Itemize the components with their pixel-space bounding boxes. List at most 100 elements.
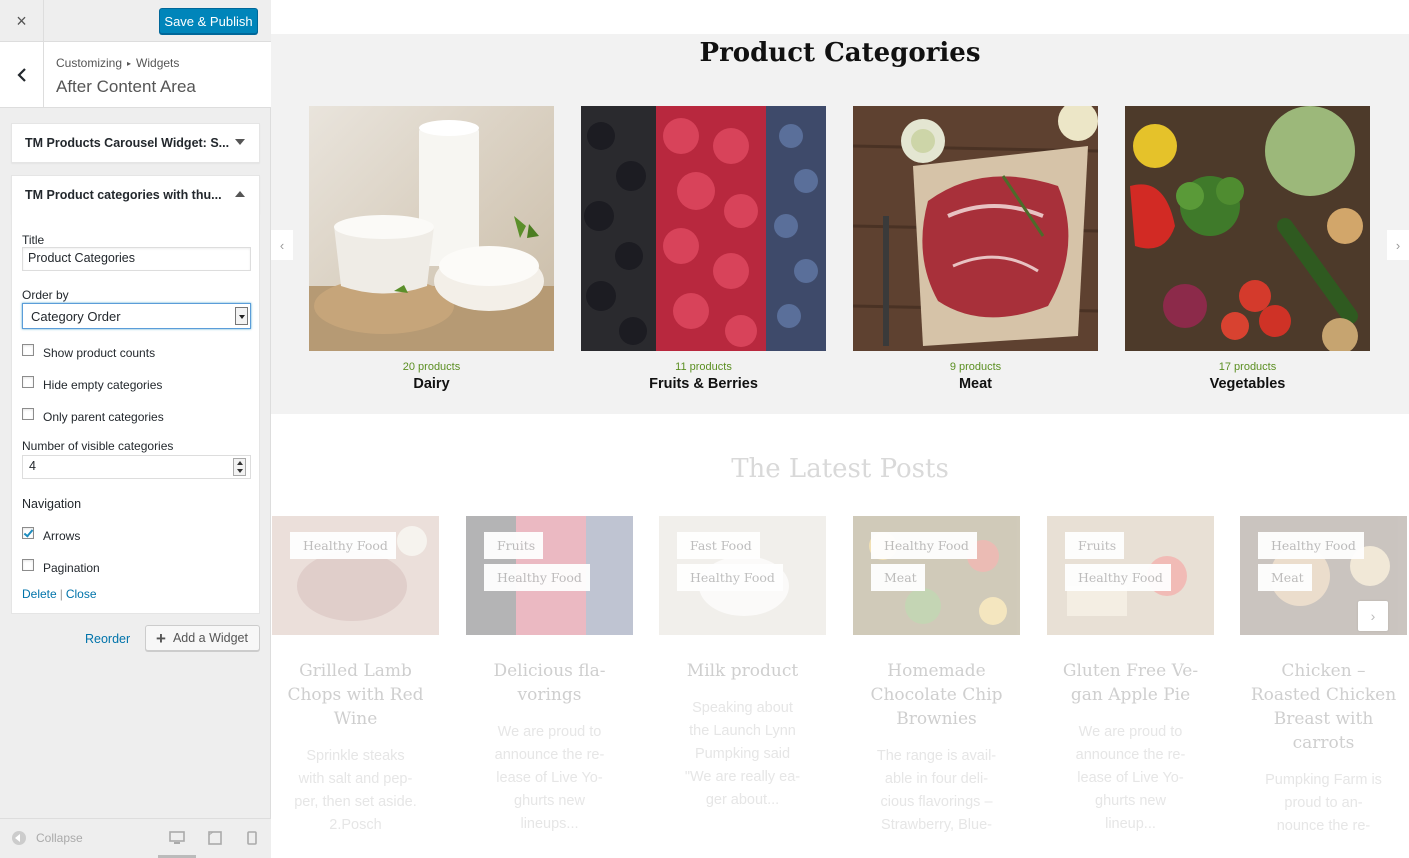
post-card[interactable]: Healthy Food Meat Chicken – Roasted Chick… bbox=[1240, 516, 1407, 838]
post-title[interactable]: Chicken – Roasted Chicken Breast with ca… bbox=[1240, 659, 1407, 755]
mobile-icon[interactable] bbox=[247, 831, 257, 845]
latest-posts-heading: The Latest Posts bbox=[731, 454, 949, 484]
add-widget-label: Add a Widget bbox=[172, 631, 248, 645]
dropdown-arrow-icon[interactable] bbox=[235, 307, 248, 325]
checkbox-label: Pagination bbox=[43, 561, 100, 575]
chevron-right-icon: › bbox=[1370, 608, 1376, 624]
widget-products-carousel[interactable]: TM Products Carousel Widget: S... bbox=[11, 123, 260, 163]
pagination-checkbox-row[interactable]: Pagination bbox=[22, 559, 100, 575]
post-excerpt: We are proud to announce the re-lease of… bbox=[494, 724, 605, 832]
category-count: 17 products bbox=[1218, 361, 1277, 373]
pagination-checkbox[interactable] bbox=[22, 559, 34, 571]
site-preview: Product Categories ‹ › 20 products Dairy… bbox=[271, 0, 1409, 858]
post-tag[interactable]: Healthy Food bbox=[1065, 564, 1171, 591]
hide-empty-checkbox[interactable] bbox=[22, 376, 34, 388]
category-card[interactable]: 17 products Vegetables bbox=[1125, 106, 1370, 392]
carousel-next-arrow[interactable]: › bbox=[1387, 230, 1409, 260]
category-name[interactable]: Dairy bbox=[309, 376, 554, 392]
category-name[interactable]: Fruits & Berries bbox=[581, 376, 826, 392]
show-counts-checkbox-row[interactable]: Show product counts bbox=[22, 344, 155, 360]
add-widget-button[interactable]: + Add a Widget bbox=[145, 625, 260, 651]
category-card[interactable]: 9 products Meat bbox=[853, 106, 1098, 392]
post-tag[interactable]: Fast Food bbox=[677, 532, 760, 559]
customizer-footer: Collapse bbox=[0, 818, 271, 858]
post-title[interactable]: Grilled Lamb Chops with Red Wine bbox=[272, 659, 439, 731]
customizer-header: × Save & Publish bbox=[0, 0, 271, 42]
post-tag[interactable]: Healthy Food bbox=[1258, 532, 1364, 559]
title-input[interactable]: Product Categories bbox=[22, 247, 251, 271]
post-tag[interactable]: Healthy Food bbox=[871, 532, 977, 559]
post-card[interactable]: Healthy Food Meat Homemade Chocolate Chip… bbox=[853, 516, 1020, 837]
category-name[interactable]: Vegetables bbox=[1125, 376, 1370, 392]
visible-categories-label: Number of visible categories bbox=[22, 439, 174, 453]
post-title[interactable]: Milk product bbox=[659, 659, 826, 683]
order-by-select[interactable]: Category Order bbox=[22, 303, 251, 329]
post-title[interactable]: Homemade Chocolate Chip Brownies bbox=[853, 659, 1020, 731]
visible-categories-input[interactable]: 4 bbox=[22, 455, 251, 479]
close-link[interactable]: Close bbox=[66, 587, 97, 601]
post-excerpt: Sprinkle steaks with salt and pep-per, t… bbox=[294, 748, 417, 833]
vegetables-image[interactable] bbox=[1125, 106, 1370, 351]
post-excerpt: Pumpking Farm is proud to an-nounce the … bbox=[1265, 772, 1382, 834]
category-count: 11 products bbox=[675, 361, 732, 373]
save-publish-button[interactable]: Save & Publish bbox=[159, 8, 258, 34]
posts-next-arrow[interactable]: › bbox=[1358, 601, 1388, 631]
post-title[interactable]: Gluten Free Ve-gan Apple Pie bbox=[1047, 659, 1214, 707]
title-label: Title bbox=[22, 233, 45, 247]
post-tag[interactable]: Fruits bbox=[1065, 532, 1125, 559]
link-separator: | bbox=[59, 587, 63, 601]
hide-empty-checkbox-row[interactable]: Hide empty categories bbox=[22, 376, 162, 392]
widget-form: Title Product Categories Order by Catego… bbox=[11, 213, 260, 614]
category-card[interactable]: 11 products Fruits & Berries bbox=[581, 106, 826, 392]
arrows-checkbox-row[interactable]: Arrows bbox=[22, 527, 80, 543]
post-tag[interactable]: Healthy Food bbox=[290, 532, 396, 559]
chevron-left-icon bbox=[16, 67, 26, 82]
desktop-icon[interactable] bbox=[169, 831, 185, 845]
berries-image[interactable] bbox=[581, 106, 826, 351]
caret-down-icon[interactable] bbox=[235, 139, 245, 145]
product-categories-section: Product Categories ‹ › 20 products Dairy… bbox=[271, 34, 1409, 414]
category-name[interactable]: Meat bbox=[853, 376, 1098, 392]
widget-title: TM Products Carousel Widget: S... bbox=[25, 136, 230, 150]
order-by-value: Category Order bbox=[31, 309, 121, 324]
post-card[interactable]: Fruits Healthy Food Gluten Free Ve-gan Ap… bbox=[1047, 516, 1214, 836]
tablet-icon[interactable] bbox=[208, 831, 222, 845]
collapse-button[interactable]: Collapse bbox=[12, 831, 83, 845]
post-card[interactable]: Healthy Food Grilled Lamb Chops with Red… bbox=[272, 516, 439, 837]
post-tag[interactable]: Fruits bbox=[484, 532, 544, 559]
arrows-checkbox[interactable] bbox=[22, 527, 34, 539]
close-customizer-button[interactable]: × bbox=[0, 0, 44, 42]
show-counts-checkbox[interactable] bbox=[22, 344, 34, 356]
spinner-icon[interactable] bbox=[233, 458, 246, 476]
category-count: 9 products bbox=[949, 361, 1002, 373]
breadcrumb-current: Widgets bbox=[136, 56, 180, 70]
post-tag[interactable]: Healthy Food bbox=[484, 564, 590, 591]
post-tag[interactable]: Meat bbox=[871, 564, 925, 591]
carousel-prev-arrow[interactable]: ‹ bbox=[271, 230, 293, 260]
post-tag[interactable]: Meat bbox=[1258, 564, 1312, 591]
category-card[interactable]: 20 products Dairy bbox=[309, 106, 554, 392]
only-parent-checkbox-row[interactable]: Only parent categories bbox=[22, 408, 164, 424]
delete-link[interactable]: Delete bbox=[22, 587, 57, 601]
post-card[interactable]: Fast Food Healthy Food Milk product Speak… bbox=[659, 516, 826, 812]
post-tag[interactable]: Healthy Food bbox=[677, 564, 783, 591]
checkbox-label: Only parent categories bbox=[43, 410, 164, 424]
section-title: After Content Area bbox=[56, 77, 196, 96]
breadcrumb-root: Customizing bbox=[56, 56, 123, 70]
only-parent-checkbox[interactable] bbox=[22, 408, 34, 420]
section-header: Customizing ▸ Widgets After Content Area bbox=[0, 42, 271, 108]
back-button[interactable] bbox=[0, 42, 44, 107]
post-excerpt: The range is avail-able in four deli-cio… bbox=[876, 748, 997, 833]
caret-up-icon[interactable] bbox=[235, 191, 245, 197]
collapse-label: Collapse bbox=[36, 831, 83, 845]
close-icon: × bbox=[16, 10, 27, 31]
post-title[interactable]: Delicious fla-vorings bbox=[466, 659, 633, 707]
widget-product-categories[interactable]: TM Product categories with thu... bbox=[11, 175, 260, 214]
reorder-link[interactable]: Reorder bbox=[85, 632, 130, 646]
navigation-heading: Navigation bbox=[22, 497, 82, 511]
customizer-sidebar: × Save & Publish Customizing ▸ Widgets Aft… bbox=[0, 0, 271, 858]
dairy-image[interactable] bbox=[309, 106, 554, 351]
post-card[interactable]: Fruits Healthy Food Delicious fla-vorings… bbox=[466, 516, 633, 836]
meat-image[interactable] bbox=[853, 106, 1098, 351]
breadcrumb-separator: ▸ bbox=[127, 59, 132, 68]
